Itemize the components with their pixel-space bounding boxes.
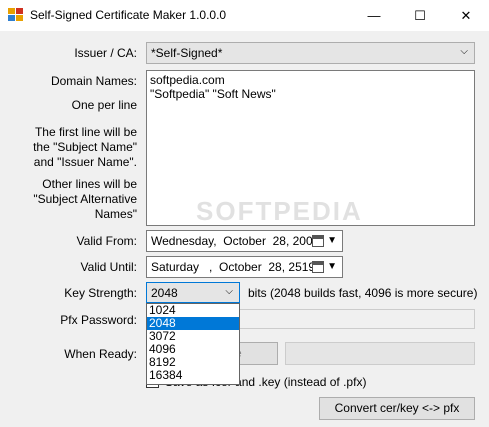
domain-names-textarea[interactable]: softpedia.com "Softpedia" "Soft News"	[146, 70, 475, 226]
minimize-icon: —	[367, 8, 381, 23]
calendar-icon	[312, 235, 324, 247]
maximize-icon: ☐	[414, 7, 426, 23]
close-icon: ✕	[460, 7, 472, 23]
close-button[interactable]: ✕	[443, 0, 489, 31]
chevron-down-icon: ⌵	[225, 286, 233, 297]
key-strength-note: bits (2048 builds fast, 4096 is more sec…	[248, 286, 478, 300]
other-lines-hint: Other lines will be "Subject Alternative…	[33, 177, 137, 221]
pfx-password-label: Pfx Password:	[60, 313, 137, 327]
calendar-icon	[312, 261, 324, 273]
minimize-button[interactable]: —	[351, 0, 397, 31]
key-strength-value: 2048	[151, 286, 178, 300]
maximize-button[interactable]: ☐	[397, 0, 443, 31]
issuer-value: *Self-Signed*	[151, 46, 223, 60]
window-title: Self-Signed Certificate Maker 1.0.0.0	[30, 8, 227, 22]
valid-from-datepicker[interactable]: Wednesday, October 28, 2009 ▼	[146, 230, 343, 252]
convert-button[interactable]: Convert cer/key <-> pfx	[319, 397, 475, 420]
valid-from-label: Valid From:	[76, 234, 137, 248]
chevron-down-icon: ⌵	[460, 46, 468, 57]
domain-names-label: Domain Names:	[50, 74, 137, 88]
first-line-hint: The first line will be the "Subject Name…	[33, 125, 137, 169]
one-per-line-hint: One per line	[71, 98, 137, 112]
issuer-select[interactable]: *Self-Signed* ⌵	[146, 42, 475, 64]
valid-from-value: Wednesday, October 28, 2009	[151, 234, 320, 248]
key-strength-option[interactable]: 16384	[147, 369, 239, 382]
key-strength-label: Key Strength:	[64, 286, 137, 300]
secondary-action-button[interactable]	[285, 342, 475, 365]
valid-until-value: Saturday , October 28, 2519	[151, 260, 316, 274]
issuer-label: Issuer / CA:	[74, 46, 137, 60]
chevron-down-icon: ▼	[327, 261, 337, 272]
valid-until-datepicker[interactable]: Saturday , October 28, 2519 ▼	[146, 256, 343, 278]
valid-until-label: Valid Until:	[80, 260, 137, 274]
title-bar: Self-Signed Certificate Maker 1.0.0.0 — …	[0, 0, 489, 31]
when-ready-label: When Ready:	[64, 347, 137, 361]
certificate-app-icon	[8, 8, 23, 21]
key-strength-dropdown: 1024 2048 3072 4096 8192 16384	[146, 303, 240, 385]
key-strength-select[interactable]: 2048 ⌵	[146, 282, 240, 303]
chevron-down-icon: ▼	[327, 235, 337, 246]
convert-button-label: Convert cer/key <-> pfx	[334, 401, 460, 415]
